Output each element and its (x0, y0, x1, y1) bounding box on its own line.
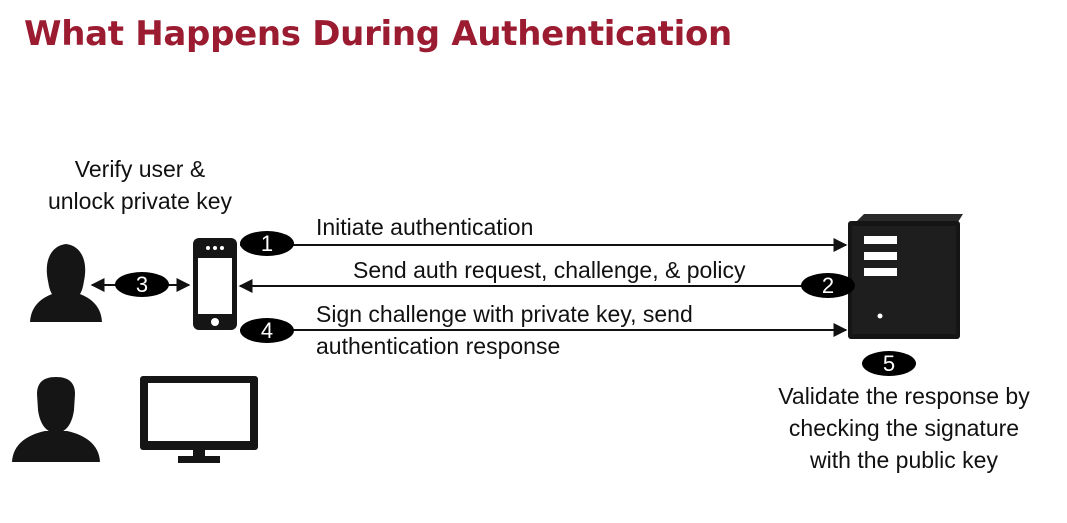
step5-line-3: with the public key (810, 447, 998, 473)
mobile-phone-icon (193, 238, 237, 330)
step-badge-2: 2 (801, 273, 855, 298)
step-badge-5: 5 (862, 351, 916, 376)
verify-line-1: Verify user & (74, 156, 206, 182)
step5-label: Validate the response by checking the si… (754, 380, 1054, 476)
verify-line-2: unlock private key (47, 188, 233, 214)
step-badge-3: 3 (115, 272, 169, 297)
female-user-icon (30, 244, 102, 322)
step5-line-2: checking the signature (788, 415, 1020, 441)
step-badge-1: 1 (240, 231, 294, 256)
step2-label: Send auth request, challenge, & policy (353, 257, 746, 283)
male-user-icon (12, 377, 100, 462)
server-icon (848, 214, 963, 339)
step5-line-1: Validate the response by (778, 383, 1030, 409)
step-badge-4: 4 (240, 318, 294, 343)
step4-label: Sign challenge with private key, send au… (316, 298, 693, 362)
verify-user-label: Verify user & unlock private key (20, 153, 260, 217)
desktop-monitor-icon (140, 376, 258, 463)
step1-label: Initiate authentication (316, 214, 534, 240)
step4-line-1: Sign challenge with private key, send (316, 301, 693, 327)
step4-line-2: authentication response (316, 333, 561, 359)
